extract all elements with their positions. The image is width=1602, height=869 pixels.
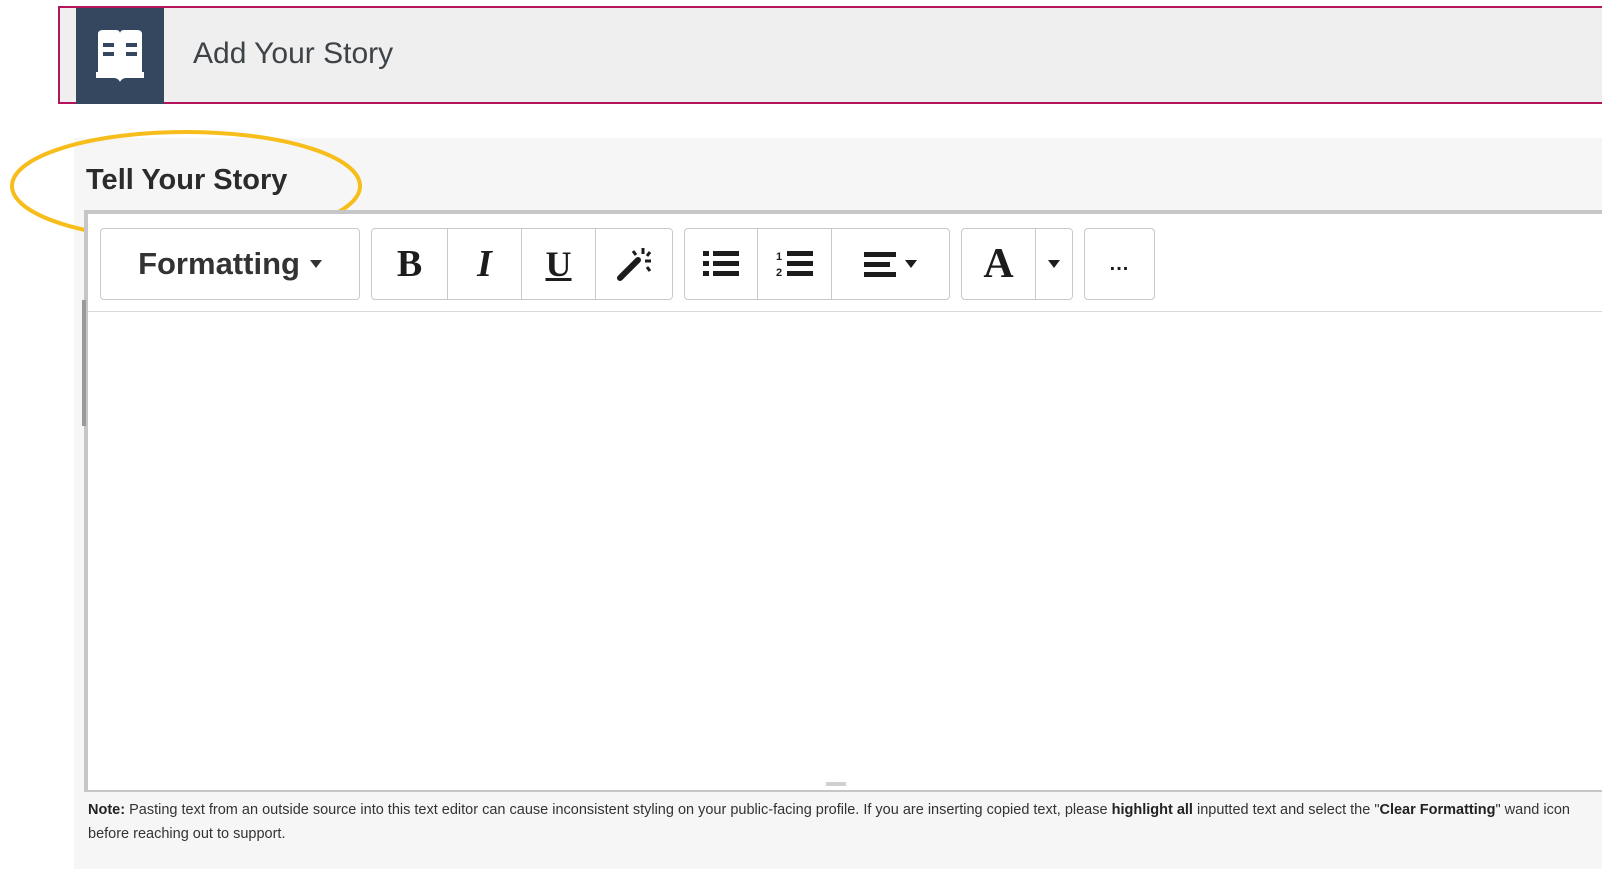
font-color-icon: A — [983, 241, 1014, 287]
note-text-part: Pasting text from an outside source into… — [125, 802, 1112, 818]
numbered-list-button[interactable]: 1 2 — [758, 229, 832, 299]
toolbar-group-text-style: B I U — [371, 228, 673, 300]
clear-formatting-button[interactable] — [596, 229, 672, 299]
field-label: Tell Your Story — [86, 164, 288, 196]
magic-wand-icon — [617, 248, 652, 281]
header-icon-box — [76, 8, 164, 104]
font-color-dropdown[interactable] — [1036, 229, 1072, 299]
bold-icon: B — [396, 243, 423, 285]
chevron-down-icon — [905, 260, 918, 268]
editor-note: Note: Pasting text from an outside sourc… — [88, 798, 1578, 846]
more-options-button[interactable]: ... — [1085, 229, 1154, 299]
resize-handle[interactable] — [826, 782, 846, 786]
align-dropdown-button[interactable] — [832, 229, 949, 299]
toolbar-group-more: ... — [1084, 228, 1155, 300]
bulleted-list-button[interactable] — [685, 229, 759, 299]
underline-icon: U — [545, 244, 572, 284]
svg-text:2: 2 — [776, 267, 782, 279]
toolbar-group-formatting: Formatting — [100, 228, 360, 300]
chevron-down-icon — [309, 260, 322, 268]
underline-button[interactable]: U — [522, 229, 596, 299]
editor-scroll-accent — [82, 300, 86, 426]
formatting-dropdown-label: Formatting — [138, 246, 300, 281]
note-text-part: inputted text and select the " — [1192, 802, 1380, 818]
toolbar-group-font-color: A — [961, 228, 1073, 300]
note-emphasis: highlight all — [1111, 802, 1193, 818]
toolbar-group-paragraph: 1 2 — [684, 228, 950, 300]
story-text-area[interactable] — [88, 312, 1602, 780]
note-emphasis: Clear Formatting — [1379, 802, 1496, 818]
svg-text:1: 1 — [776, 251, 782, 263]
formatting-dropdown[interactable]: Formatting — [101, 229, 359, 299]
italic-icon: I — [477, 243, 492, 285]
italic-button[interactable]: I — [448, 229, 522, 299]
align-left-icon — [864, 252, 897, 277]
bold-button[interactable]: B — [372, 229, 448, 299]
bulleted-list-icon — [703, 251, 740, 276]
note-lead: Note: — [88, 802, 126, 818]
numbered-list-icon: 1 2 — [776, 251, 813, 279]
font-color-button[interactable]: A — [962, 229, 1036, 299]
open-book-icon — [96, 30, 144, 82]
chevron-down-icon — [1048, 260, 1060, 268]
section-title: Add Your Story — [193, 37, 394, 70]
more-icon: ... — [1109, 252, 1130, 275]
